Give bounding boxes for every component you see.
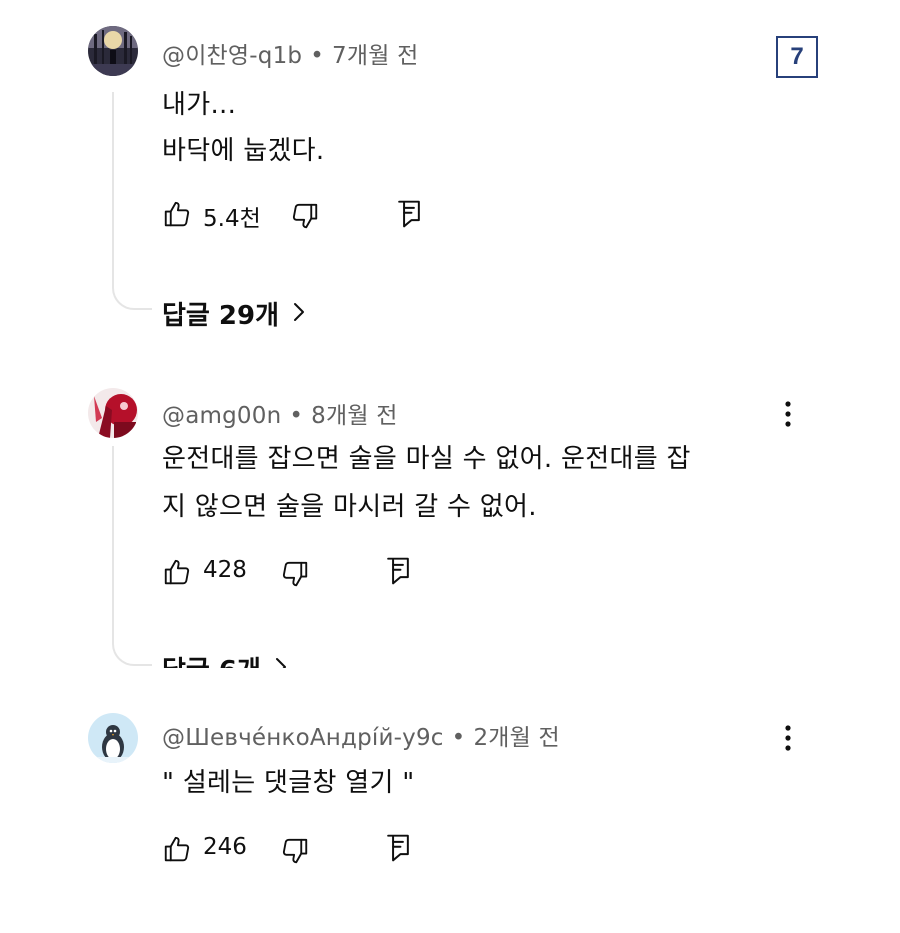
dislike-button[interactable] <box>280 834 310 868</box>
comment-time[interactable]: 8개월 전 <box>311 403 397 429</box>
comment-author[interactable]: @ШевчéнкоАндрíй-y9c <box>162 725 444 751</box>
dislike-button[interactable] <box>280 557 310 591</box>
separator-dot: • <box>310 43 324 69</box>
more-vertical-icon <box>785 725 791 751</box>
chevron-right-icon <box>275 654 287 668</box>
replies-count-label: 답글 6개 <box>162 650 261 668</box>
reply-button[interactable] <box>383 831 413 865</box>
like-button[interactable] <box>162 832 192 866</box>
thumbs-up-icon <box>164 201 190 227</box>
thumbs-down-icon <box>292 203 318 229</box>
comment-reply-icon <box>387 557 409 585</box>
comment-text-line: " 설레는 댓글창 열기 " <box>162 768 415 798</box>
comment-text-line: 지 않으면 술을 마시러 갈 수 없어. <box>162 492 537 522</box>
thumbs-down-icon <box>282 561 308 587</box>
comment-time[interactable]: 2개월 전 <box>473 725 559 751</box>
more-vertical-icon <box>785 401 791 427</box>
like-button[interactable] <box>162 197 192 231</box>
like-button[interactable] <box>162 555 192 589</box>
view-replies-button[interactable]: 답글 29개 <box>162 295 305 332</box>
replies-count-label: 답글 29개 <box>162 301 279 331</box>
comment-text-line: 바닥에 눕겠다. <box>162 136 325 166</box>
view-replies-button[interactable]: 답글 6개 <box>162 650 287 668</box>
forest-silhouette-avatar[interactable] <box>88 26 138 76</box>
more-options-button[interactable] <box>776 722 800 756</box>
thumbs-down-icon <box>282 838 308 864</box>
comment-time[interactable]: 7개월 전 <box>332 43 418 69</box>
replies-clip: 답글 6개 <box>0 640 900 668</box>
comment-reply-icon <box>387 834 409 862</box>
chevron-right-icon <box>293 299 305 329</box>
red-illustration-avatar[interactable] <box>88 388 138 438</box>
like-count: 5.4천 <box>203 206 261 232</box>
penguin-avatar[interactable] <box>88 713 138 763</box>
comment-meta: @ШевчéнкоАндрíй-y9c • 2개월 전 <box>162 718 560 752</box>
reply-button[interactable] <box>394 197 424 231</box>
reply-thread-line <box>112 92 152 310</box>
dislike-button[interactable] <box>290 199 320 233</box>
thumbs-up-icon <box>164 836 190 862</box>
comment-author[interactable]: @amg00n <box>162 403 281 429</box>
comment-author[interactable]: @이찬영-q1b <box>162 43 302 69</box>
comment-meta: @이찬영-q1b • 7개월 전 <box>162 36 418 70</box>
reply-button[interactable] <box>383 554 413 588</box>
like-count: 428 <box>203 557 247 583</box>
thumbs-up-icon <box>164 559 190 585</box>
separator-dot: • <box>289 403 304 429</box>
separator-dot: • <box>451 725 466 751</box>
more-options-button[interactable] <box>776 398 800 432</box>
comment-text-line: 운전대를 잡으면 술을 마실 수 없어. 운전대를 잡 <box>162 444 691 474</box>
comment-reply-icon <box>398 200 420 228</box>
comment-meta: @amg00n • 8개월 전 <box>162 396 398 430</box>
like-count: 246 <box>203 834 247 860</box>
reply-thread-line <box>112 446 152 666</box>
comment-text-line: 내가... <box>162 90 237 120</box>
page-number-badge: 7 <box>776 36 818 78</box>
